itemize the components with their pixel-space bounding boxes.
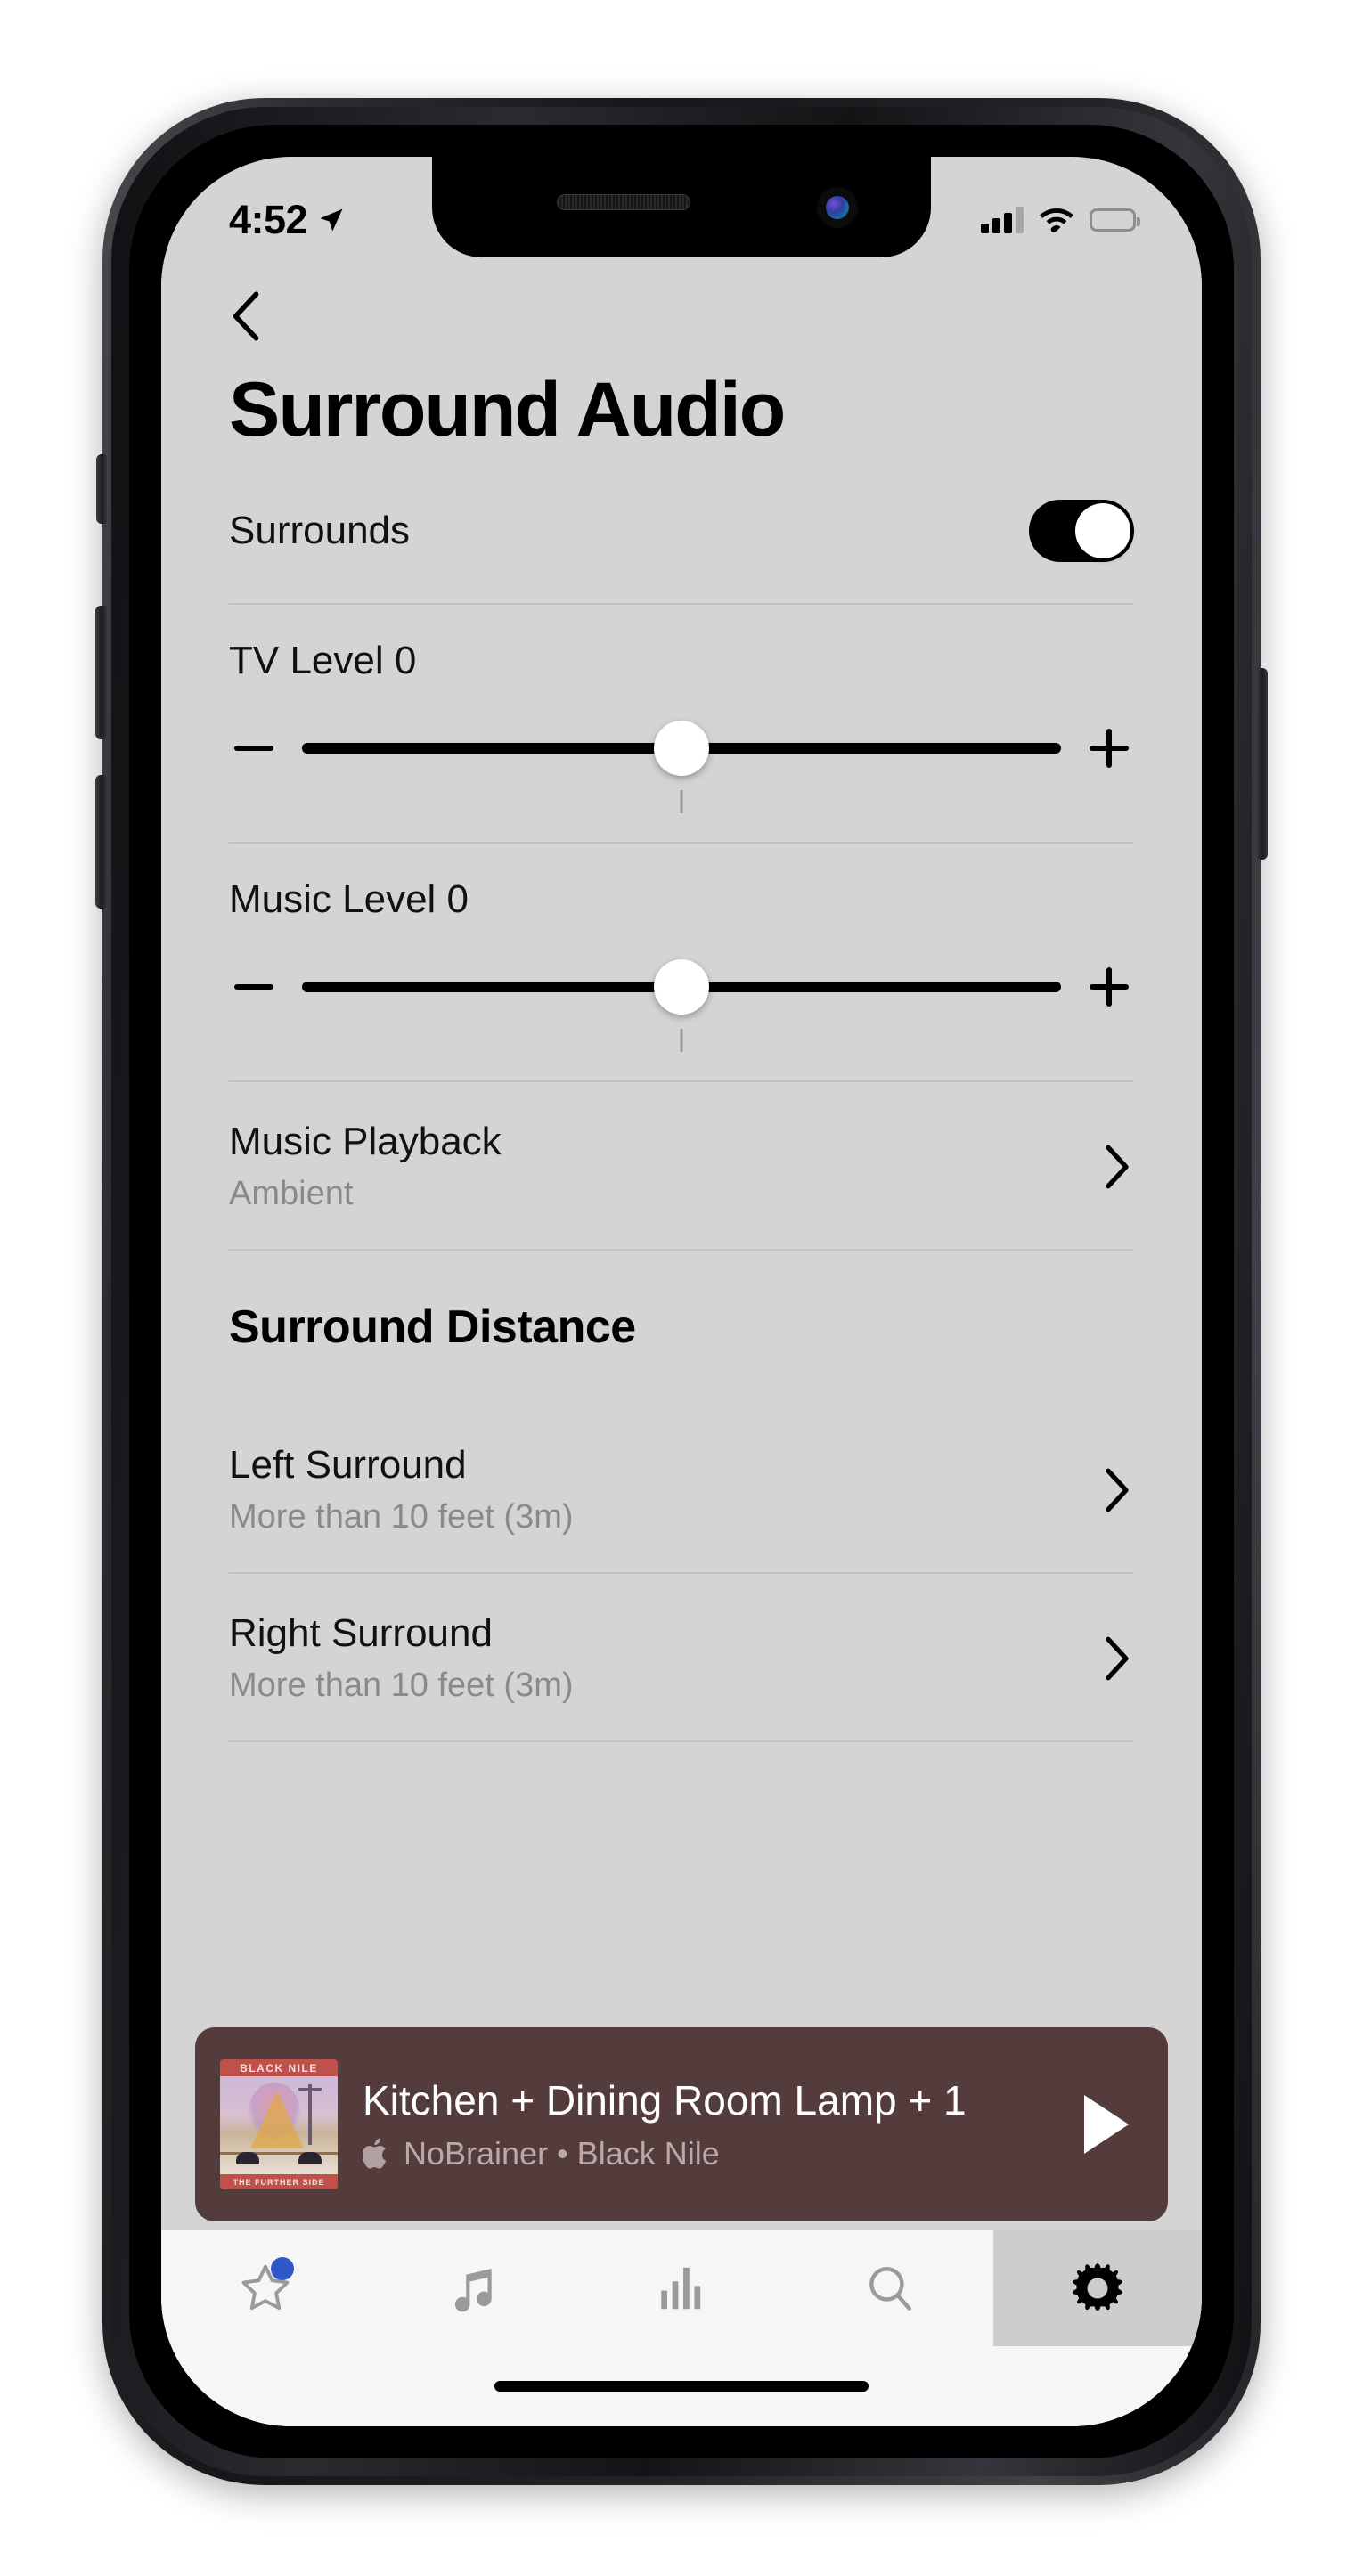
surrounds-row[interactable]: Surrounds <box>229 448 1134 603</box>
tv-level-label: TV Level 0 <box>229 639 417 682</box>
apple-music-icon <box>363 2138 387 2169</box>
tv-level-minus-button[interactable] <box>229 723 279 773</box>
art-pole <box>298 2083 322 2145</box>
slider-center-tick <box>680 1029 683 1052</box>
now-playing-texts: Kitchen + Dining Room Lamp + 1 NoBrainer… <box>363 2076 1054 2172</box>
chevron-right-icon <box>1106 1468 1129 1512</box>
screenshot-root: 4:52 Surround Audio Surrounds TV Level 0… <box>0 0 1363 2576</box>
art-cone <box>250 2091 305 2149</box>
settings-scroll-area: Surround Audio Surrounds TV Level 0 Musi… <box>161 259 1202 2027</box>
tab-favorites[interactable] <box>161 2230 370 2346</box>
slider-thumb[interactable] <box>654 721 709 776</box>
surrounds-toggle[interactable] <box>1029 500 1134 562</box>
status-bar-left: 4:52 <box>229 197 345 243</box>
right-surround-subtitle: More than 10 feet (3m) <box>229 1667 574 1704</box>
music-level-slider[interactable] <box>302 954 1061 1052</box>
phone-bezel: 4:52 Surround Audio Surrounds TV Level 0… <box>129 125 1234 2458</box>
tab-bar <box>161 2230 1202 2346</box>
now-playing-subtitle-row: NoBrainer • Black Nile <box>363 2135 1054 2172</box>
music-playback-title: Music Playback <box>229 1120 502 1163</box>
slider-thumb[interactable] <box>654 959 709 1015</box>
search-icon <box>869 2267 911 2311</box>
volume-up-button[interactable] <box>95 606 107 739</box>
right-surround-row[interactable]: Right Surround More than 10 feet (3m) <box>229 1574 1134 1740</box>
left-surround-title: Left Surround <box>229 1443 467 1487</box>
phone-device-frame: 4:52 Surround Audio Surrounds TV Level 0… <box>95 98 1268 2485</box>
music-note-icon <box>455 2269 493 2312</box>
tab-rooms[interactable] <box>577 2230 786 2346</box>
music-level-plus-button[interactable] <box>1084 962 1134 1012</box>
now-playing-title: Kitchen + Dining Room Lamp + 1 <box>363 2077 967 2124</box>
power-button[interactable] <box>1256 668 1268 860</box>
home-indicator-bar[interactable] <box>494 2381 869 2392</box>
device-notch <box>432 157 931 257</box>
music-level-minus-button[interactable] <box>229 962 279 1012</box>
surround-distance-header: Surround Distance <box>229 1301 636 1353</box>
left-surround-subtitle: More than 10 feet (3m) <box>229 1498 574 1536</box>
music-level-label: Music Level 0 <box>229 877 469 921</box>
chevron-right-icon <box>1106 1636 1129 1680</box>
tab-settings[interactable] <box>993 2230 1202 2346</box>
wifi-icon <box>1040 208 1073 232</box>
tab-search[interactable] <box>786 2230 994 2346</box>
battery-icon <box>1090 208 1140 232</box>
favorites-badge-dot <box>270 2257 294 2280</box>
album-artwork: BLACK NILE THE FURTHER SIDE <box>220 2059 338 2189</box>
app-content: Surround Audio Surrounds TV Level 0 Musi… <box>161 259 1202 2426</box>
status-bar-clock: 4:52 <box>229 196 308 242</box>
play-button[interactable] <box>1079 2093 1134 2156</box>
now-playing-bar[interactable]: BLACK NILE THE FURTHER SIDE Kitchen + Di… <box>195 2027 1168 2221</box>
music-level-slider-row <box>229 954 1134 1052</box>
page-title: Surround Audio <box>229 367 786 452</box>
surrounds-label: Surrounds <box>229 509 411 552</box>
mute-switch-button[interactable] <box>96 454 107 524</box>
play-icon <box>1084 2095 1129 2154</box>
toggle-knob <box>1075 503 1130 558</box>
front-camera-icon <box>817 187 858 228</box>
music-playback-texts: Music Playback Ambient <box>229 1120 502 1213</box>
tv-level-plus-button[interactable] <box>1084 723 1134 773</box>
equalizer-bars-icon <box>661 2267 701 2310</box>
tab-browse[interactable] <box>370 2230 578 2346</box>
tv-level-block: TV Level 0 <box>229 605 1134 842</box>
right-surround-title: Right Surround <box>229 1611 493 1655</box>
back-button[interactable] <box>229 259 1134 341</box>
tv-level-slider-row <box>229 715 1134 813</box>
music-playback-subtitle: Ambient <box>229 1175 354 1212</box>
tv-level-slider[interactable] <box>302 715 1061 813</box>
location-arrow-icon <box>320 208 343 231</box>
music-level-block: Music Level 0 <box>229 844 1134 1080</box>
album-bottom-banner: THE FURTHER SIDE <box>220 2174 338 2189</box>
cellular-signal-icon <box>981 206 1024 233</box>
phone-screen: 4:52 Surround Audio Surrounds TV Level 0… <box>161 157 1202 2426</box>
right-surround-texts: Right Surround More than 10 feet (3m) <box>229 1611 574 1705</box>
divider <box>229 1740 1134 1742</box>
art-figure-right <box>298 2152 322 2164</box>
album-top-banner: BLACK NILE <box>220 2059 338 2076</box>
status-bar-right <box>981 206 1140 233</box>
chevron-left-icon <box>233 291 259 341</box>
volume-down-button[interactable] <box>95 775 107 909</box>
camera-lens <box>826 196 849 219</box>
earpiece-speaker-icon <box>557 194 690 210</box>
left-surround-texts: Left Surround More than 10 feet (3m) <box>229 1443 574 1537</box>
art-figure-left <box>236 2152 260 2164</box>
slider-center-tick <box>680 790 683 813</box>
left-surround-row[interactable]: Left Surround More than 10 feet (3m) <box>229 1406 1134 1572</box>
home-indicator-area <box>161 2346 1202 2426</box>
music-playback-row[interactable]: Music Playback Ambient <box>229 1082 1134 1249</box>
gear-icon <box>1073 2263 1123 2311</box>
phone-rim: 4:52 Surround Audio Surrounds TV Level 0… <box>111 107 1252 2476</box>
now-playing-subtitle: NoBrainer • Black Nile <box>404 2135 720 2172</box>
chevron-right-icon <box>1106 1145 1129 1188</box>
album-art-image <box>220 2076 338 2174</box>
